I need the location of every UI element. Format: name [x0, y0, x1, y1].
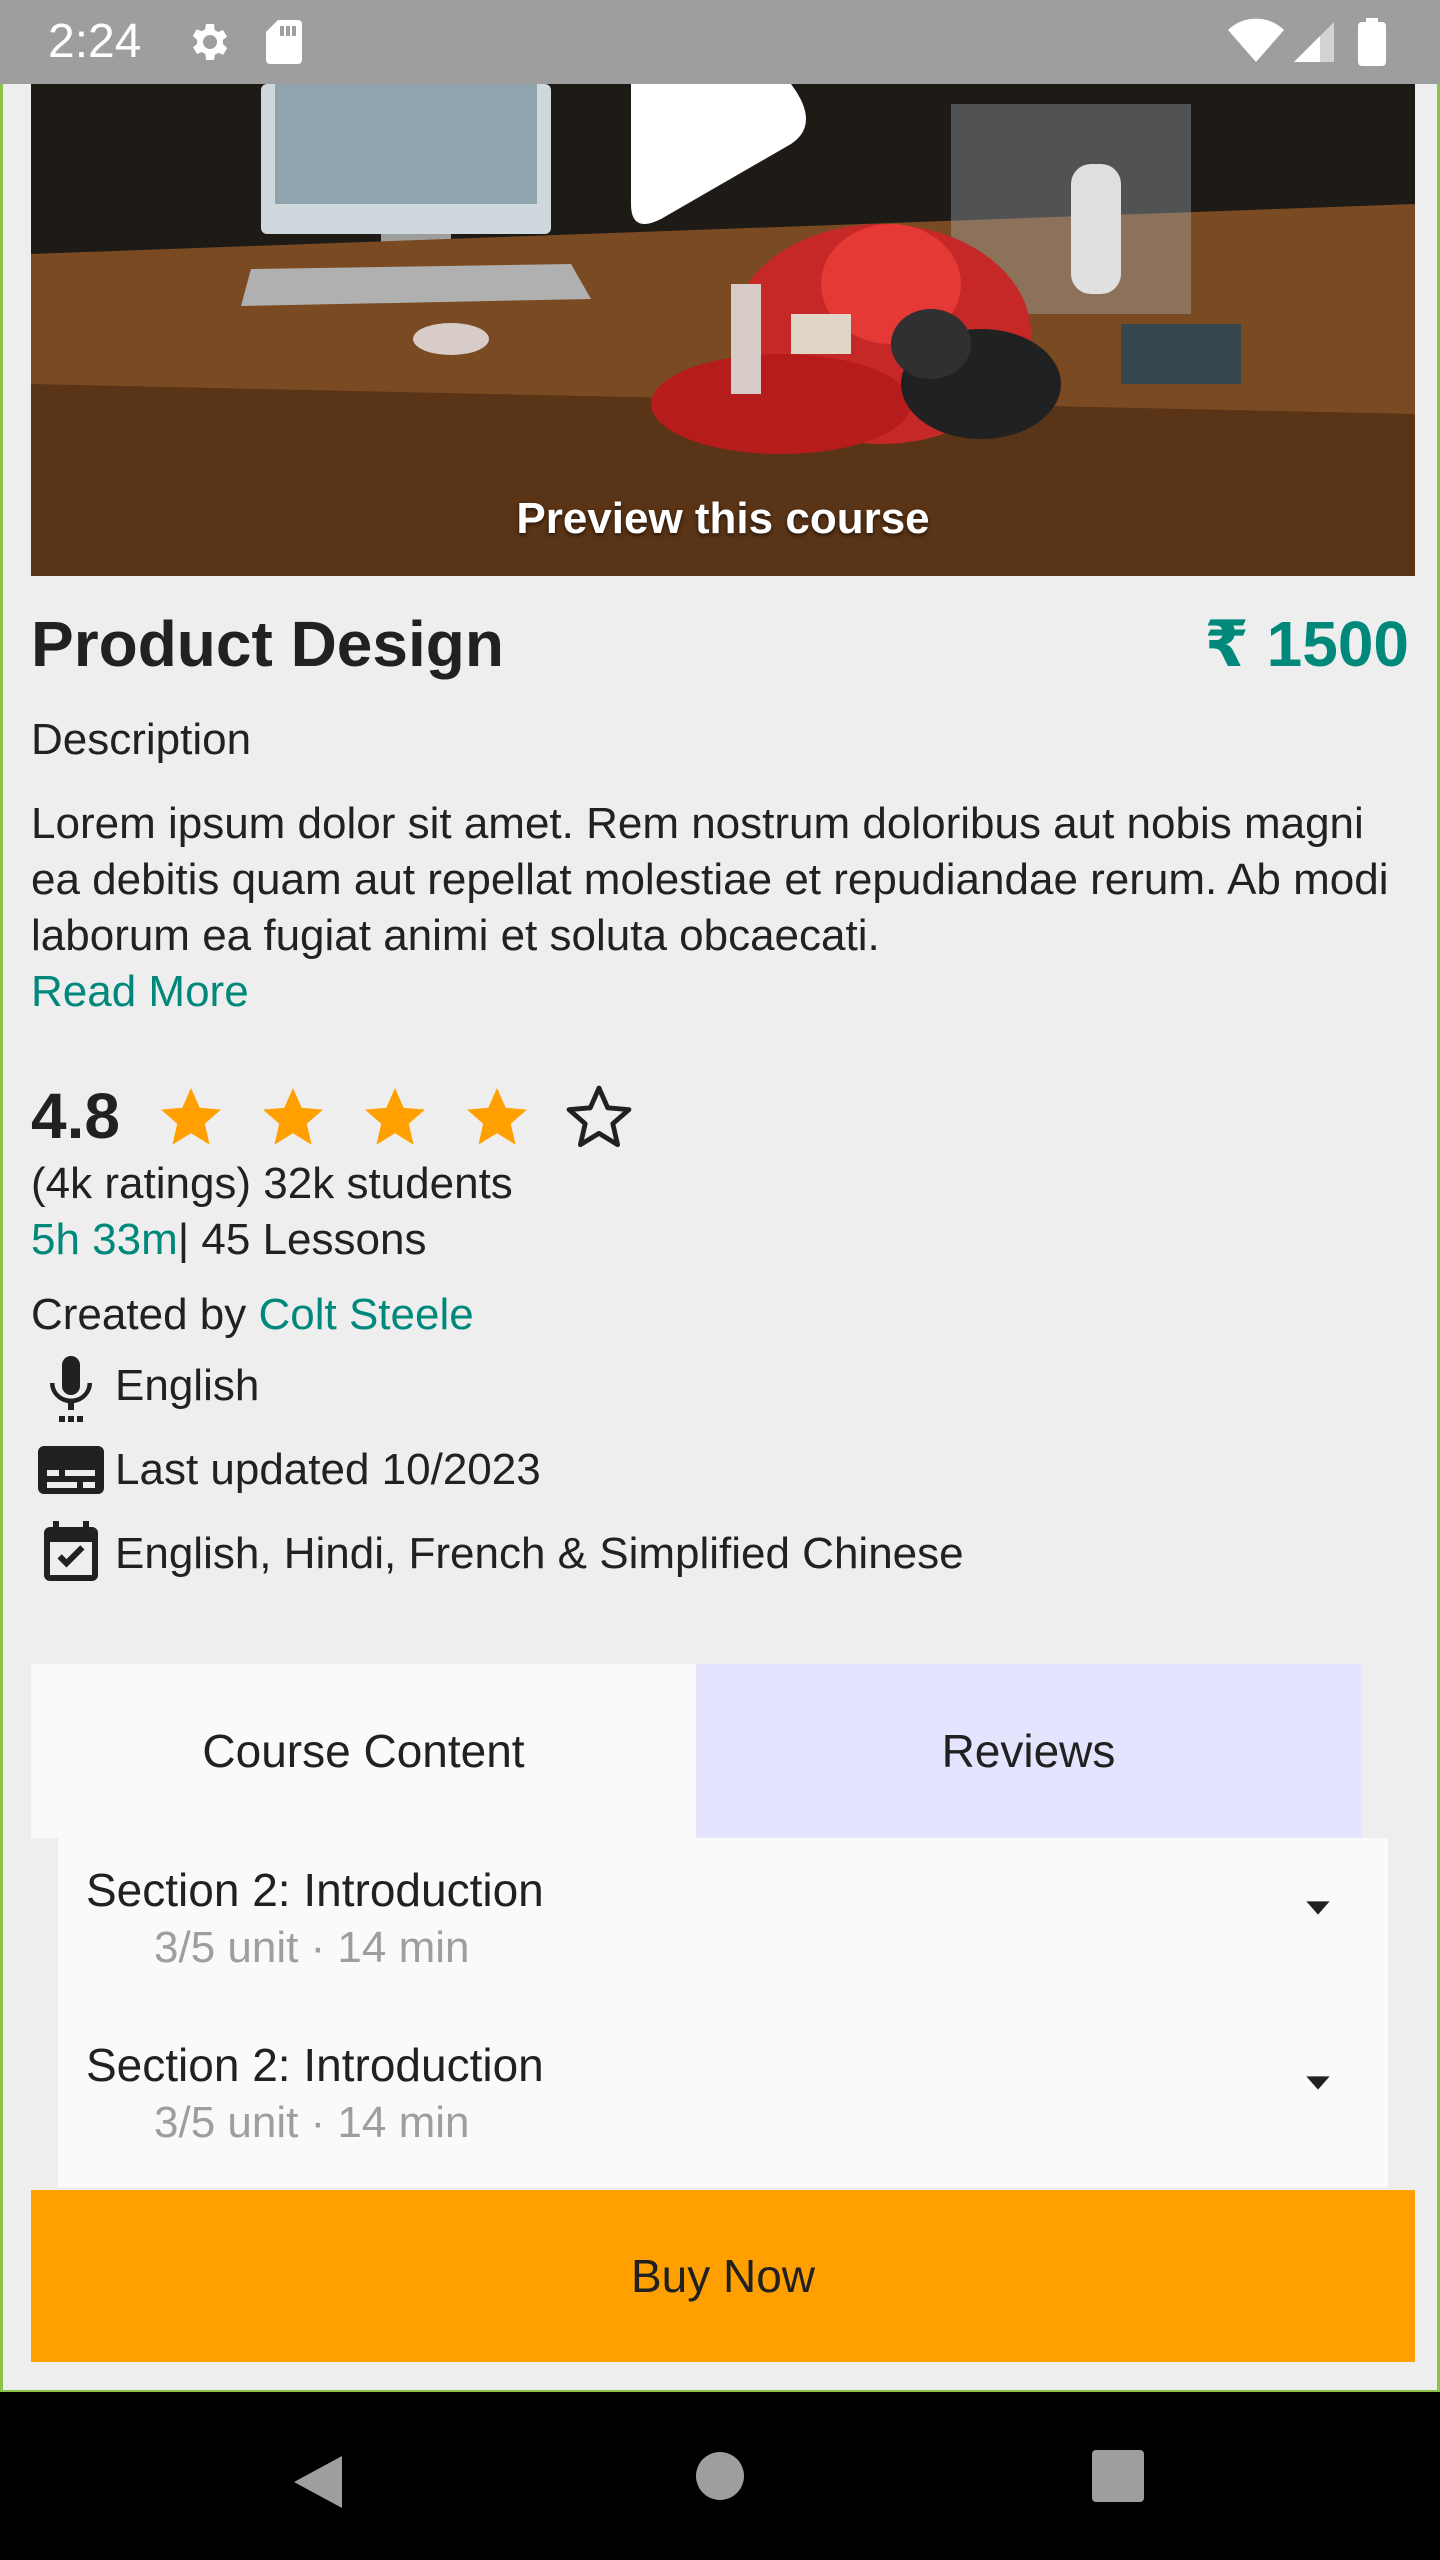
duration-value: 5h 33m [31, 1215, 178, 1264]
created-by-label: Created by [31, 1290, 259, 1339]
battery-icon [1358, 18, 1386, 66]
tab-course-content[interactable]: Course Content [31, 1664, 696, 1838]
app-screen: Preview this course Product Design ₹ 150… [3, 0, 1437, 2390]
read-more-link[interactable]: Read More [31, 964, 249, 1020]
signal-icon [1294, 22, 1334, 62]
created-by: Created by Colt Steele [31, 1287, 474, 1343]
caret-down-icon[interactable] [1298, 1888, 1338, 1928]
course-title: Product Design [31, 608, 504, 680]
description-heading: Description [31, 715, 252, 764]
section-subtitle: 3/5 unit · 14 min [154, 1923, 470, 1972]
caret-down-icon[interactable] [1298, 2063, 1338, 2103]
wifi-icon [1228, 18, 1284, 62]
course-duration: 5h 33m| 45 Lessons [31, 1212, 426, 1268]
star-empty-icon [566, 1085, 632, 1148]
rating-value: 4.8 [31, 1080, 120, 1152]
star-filled-icon [365, 1088, 425, 1145]
star-filled-icon [467, 1088, 527, 1145]
settings-icon [192, 24, 228, 60]
language-label: English [115, 1361, 260, 1410]
section-title: Section 2: Introduction [86, 2039, 544, 2091]
section-item[interactable]: Section 2: Introduction 3/5 unit · 14 mi… [58, 2013, 1388, 2188]
status-bar: 2:24 [0, 0, 1440, 84]
description-text: Lorem ipsum dolor sit amet. Rem nostrum … [31, 799, 1389, 960]
calendar-check-icon [44, 1521, 98, 1581]
content-tabs: Course Content Reviews [31, 1664, 1361, 1838]
mic-icon [50, 1356, 92, 1422]
section-item[interactable]: Section 2: Introduction 3/5 unit · 14 mi… [58, 1838, 1388, 2013]
back-icon[interactable] [290, 2452, 346, 2512]
ratings-count: (4k ratings) 32k students [31, 1159, 513, 1208]
lessons-count: | 45 Lessons [177, 1215, 427, 1264]
last-updated-label: Last updated 10/2023 [115, 1445, 541, 1494]
status-time: 2:24 [48, 15, 142, 68]
course-preview-video[interactable]: Preview this course [31, 84, 1415, 576]
section-subtitle: 3/5 unit · 14 min [154, 2098, 470, 2147]
navigation-bar [0, 2392, 1440, 2560]
course-sections-list: Section 2: Introduction 3/5 unit · 14 mi… [58, 1838, 1388, 2188]
star-filled-icon [263, 1088, 323, 1145]
home-icon[interactable] [694, 2450, 746, 2502]
recents-icon[interactable] [1090, 2448, 1146, 2504]
section-title: Section 2: Introduction [86, 1864, 544, 1916]
course-price: ₹ 1500 [1204, 608, 1409, 680]
tab-reviews[interactable]: Reviews [696, 1664, 1361, 1838]
preview-label: Preview this course [516, 494, 930, 543]
buy-now-button[interactable]: Buy Now [31, 2190, 1415, 2362]
subtitles-icon [38, 1446, 104, 1494]
subtitles-label: English, Hindi, French & Simplified Chin… [115, 1529, 964, 1578]
sd-card-icon [266, 20, 302, 64]
star-filled-icon [161, 1088, 221, 1145]
instructor-link[interactable]: Colt Steele [258, 1290, 473, 1339]
